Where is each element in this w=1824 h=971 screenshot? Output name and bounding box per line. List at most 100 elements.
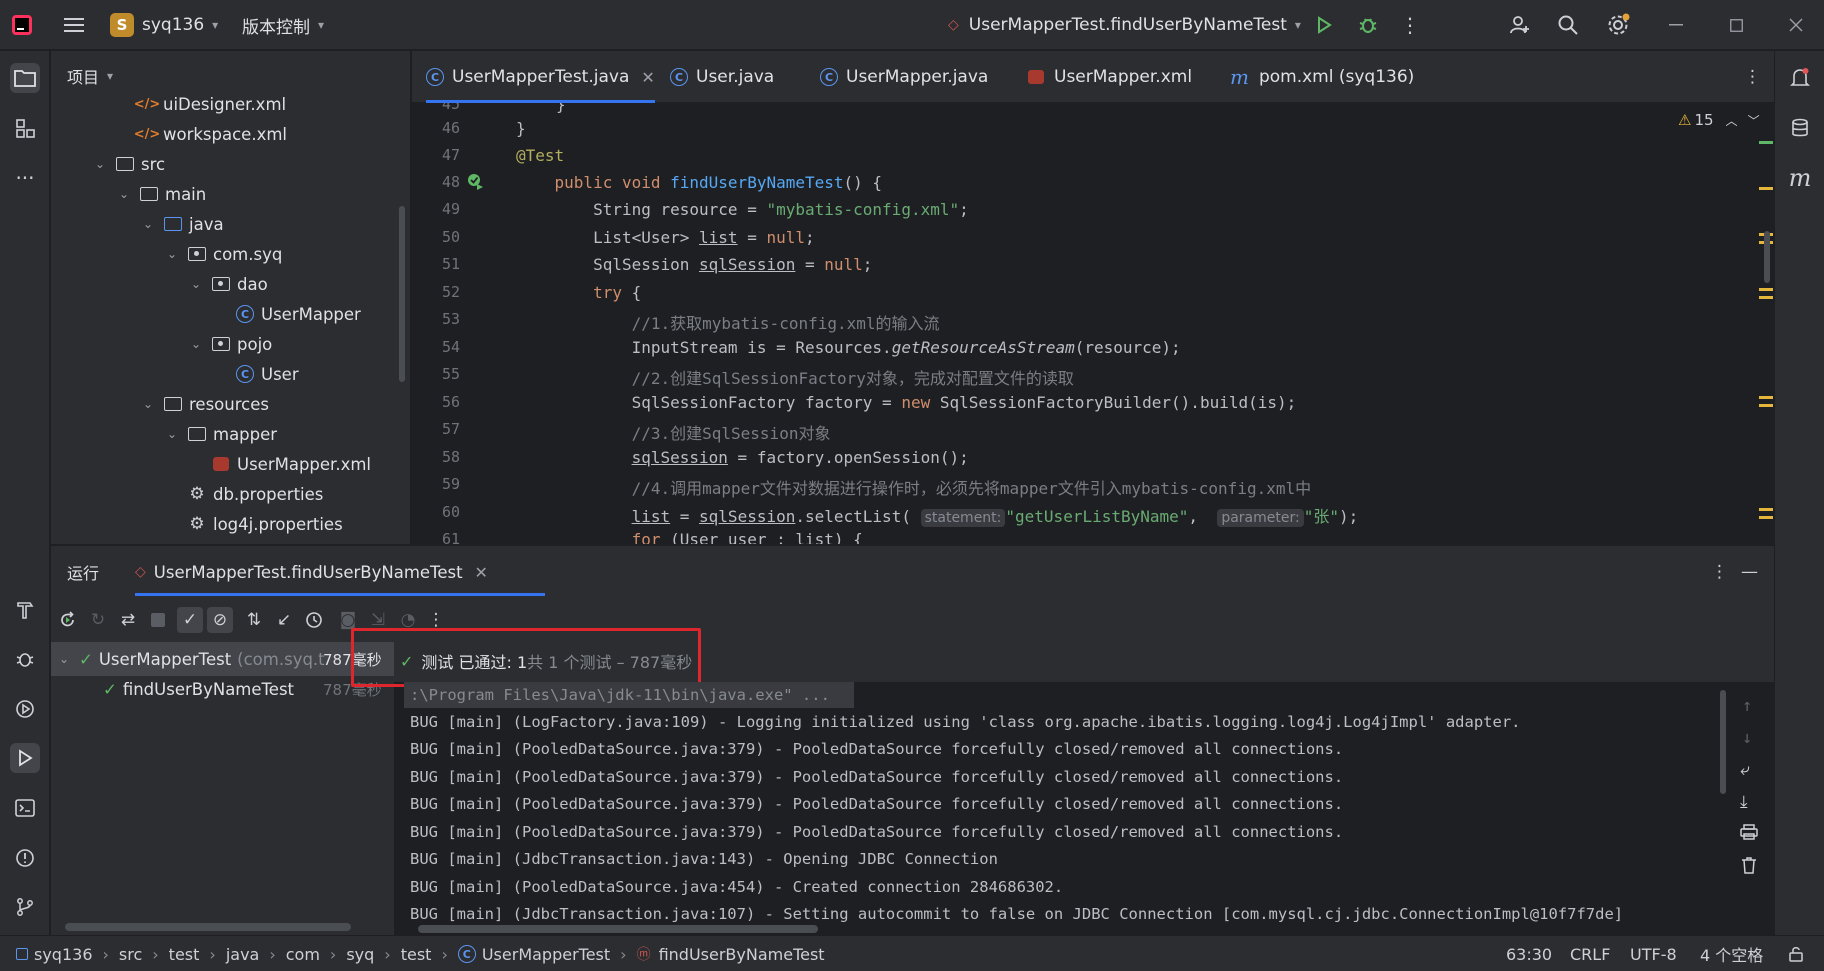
- breadcrumb-item[interactable]: UserMapperTest: [482, 945, 610, 964]
- code-line: sqlSession = factory.openSession();: [631, 448, 969, 467]
- toggle-auto-test-icon[interactable]: ⇄: [115, 607, 141, 633]
- breadcrumb-item[interactable]: test: [169, 945, 200, 964]
- project-panel-title[interactable]: 项目 ▾: [67, 61, 113, 91]
- show-ignored-icon[interactable]: ⊘: [207, 607, 233, 633]
- stop-icon[interactable]: [145, 607, 171, 633]
- main-menu-icon[interactable]: [62, 13, 86, 37]
- terminal-icon[interactable]: [10, 793, 40, 823]
- breadcrumb-item[interactable]: findUserByNameTest: [659, 945, 825, 964]
- run-panel-more-icon[interactable]: ⋮: [1711, 546, 1728, 598]
- minimize-icon[interactable]: [1664, 13, 1688, 37]
- test-history-icon[interactable]: [301, 607, 327, 633]
- chevron-down-icon[interactable]: ﹀: [1748, 112, 1760, 129]
- sort-icon[interactable]: ⇅: [241, 607, 267, 633]
- tree-item-workspace-xml[interactable]: </> workspace.xml: [134, 119, 287, 149]
- run-tool-icon[interactable]: [10, 743, 40, 773]
- breadcrumb-item[interactable]: syq136: [34, 945, 93, 964]
- more-tools-icon[interactable]: ···: [10, 163, 40, 193]
- tree-item-com-syq[interactable]: ⌄ com.syq: [165, 239, 282, 269]
- tree-item-src[interactable]: ⌄ src: [93, 149, 165, 179]
- run-test-gutter-icon[interactable]: [466, 172, 484, 190]
- rerun-failed-icon[interactable]: ↻: [85, 607, 111, 633]
- breadcrumb-item[interactable]: com: [286, 945, 320, 964]
- breadcrumb-item[interactable]: syq: [346, 945, 374, 964]
- rerun-icon[interactable]: [55, 607, 81, 633]
- line-ending[interactable]: CRLF: [1570, 936, 1610, 971]
- git-branch-icon[interactable]: [10, 892, 40, 922]
- console-output[interactable]: :\Program Files\Java\jdk-11\bin\java.exe…: [404, 682, 1774, 935]
- editor-scrollbar[interactable]: [1764, 231, 1770, 283]
- close-tab-icon[interactable]: ✕: [475, 563, 488, 582]
- app-logo-icon[interactable]: [10, 13, 34, 37]
- maven-icon[interactable]: m: [1785, 163, 1815, 193]
- tree-item-pojo[interactable]: ⌄ pojo: [189, 329, 272, 359]
- scroll-to-end-icon[interactable]: ⤓: [1740, 792, 1748, 812]
- tree-item-mapper[interactable]: ⌄ mapper: [165, 419, 277, 449]
- tree-item-user[interactable]: C User: [235, 359, 299, 389]
- tree-item-java[interactable]: ⌄ java: [141, 209, 224, 239]
- project-switcher[interactable]: S syq136 ▾: [110, 0, 218, 50]
- soft-wrap-icon[interactable]: ⤶: [1740, 760, 1750, 780]
- tree-item-dao[interactable]: ⌄ dao: [189, 269, 268, 299]
- project-folder-icon[interactable]: [10, 63, 40, 93]
- tree-item-usermapper[interactable]: C UserMapper: [235, 299, 361, 329]
- tab-pom-xml[interactable]: m pom.xml (syq136): [1230, 51, 1414, 103]
- lock-icon[interactable]: [1788, 936, 1804, 971]
- run-icon[interactable]: [1312, 13, 1336, 37]
- build-hammer-icon[interactable]: [10, 595, 40, 625]
- structure-icon[interactable]: [10, 113, 40, 143]
- chevron-up-icon[interactable]: ︿: [1726, 112, 1738, 129]
- tree-item-usermapper-xml[interactable]: UserMapper.xml: [211, 449, 371, 479]
- inspection-widget[interactable]: ⚠ 15 ︿ ﹀: [1678, 111, 1760, 129]
- vcs-menu[interactable]: 版本控制 ▾: [242, 0, 324, 50]
- file-encoding[interactable]: UTF-8: [1630, 936, 1677, 971]
- class-icon: C: [457, 945, 476, 963]
- tree-item-db-properties[interactable]: ⚙ db.properties: [187, 479, 323, 509]
- chevron-down-icon: ⌄: [94, 157, 106, 171]
- debug-icon[interactable]: [1356, 13, 1380, 37]
- show-passed-icon[interactable]: ✓: [177, 607, 203, 633]
- hide-panel-icon[interactable]: —: [1741, 546, 1758, 598]
- more-actions-icon[interactable]: ⋮: [1398, 13, 1422, 37]
- tab-usermappertest-java[interactable]: C UserMapperTest.java ✕: [426, 51, 655, 103]
- tree-item-log4j-properties[interactable]: ⚙ log4j.properties: [187, 509, 342, 539]
- tab-usermapper-xml[interactable]: UserMapper.xml: [1028, 51, 1192, 103]
- scroll-marker: [1759, 516, 1773, 519]
- search-icon[interactable]: [1556, 13, 1580, 37]
- code-editor[interactable]: ⚠ 15 ︿ ﹀ 45 46 47 48 49 50 51 52 53 54 5…: [412, 103, 1774, 544]
- tree-item-resources[interactable]: ⌄ resources: [141, 389, 269, 419]
- collapse-all-icon[interactable]: ↙: [271, 607, 297, 633]
- line-number: 49: [441, 200, 460, 218]
- project-scrollbar[interactable]: [399, 206, 405, 382]
- maximize-icon[interactable]: [1724, 13, 1748, 37]
- tab-user-java[interactable]: C User.java: [670, 51, 774, 103]
- console-vscrollbar[interactable]: [1720, 690, 1726, 794]
- run-tab[interactable]: ◇ UserMapperTest.findUserByNameTest ✕: [135, 546, 488, 598]
- close-tab-icon[interactable]: ✕: [641, 68, 654, 87]
- tabs-more-icon[interactable]: ⋮: [1744, 51, 1761, 103]
- debug-bug-icon[interactable]: [10, 644, 40, 674]
- add-user-icon[interactable]: [1508, 13, 1532, 37]
- scroll-up-icon[interactable]: ↑: [1742, 696, 1752, 716]
- tab-usermapper-java[interactable]: C UserMapper.java: [820, 51, 988, 103]
- trash-icon[interactable]: [1741, 856, 1757, 878]
- indent-setting[interactable]: 4 个空格: [1700, 936, 1763, 971]
- settings-gear-icon[interactable]: [1606, 13, 1630, 37]
- notifications-bell-icon[interactable]: [1785, 63, 1815, 93]
- tree-hscrollbar[interactable]: [65, 923, 351, 931]
- tree-item-uidesigner-xml[interactable]: </> uiDesigner.xml: [134, 89, 286, 119]
- scroll-down-icon[interactable]: ↓: [1742, 728, 1752, 748]
- console-hscrollbar[interactable]: [418, 925, 818, 933]
- services-icon[interactable]: [10, 694, 40, 724]
- run-config-selector[interactable]: ◇ UserMapperTest.findUserByNameTest ▾: [948, 0, 1301, 50]
- test-suite-row[interactable]: ⌄ ✓ UserMapperTest (com.syq.t 787毫秒: [57, 644, 394, 674]
- problems-icon[interactable]: [10, 843, 40, 873]
- database-icon[interactable]: [1785, 113, 1815, 143]
- caret-position[interactable]: 63:30: [1506, 936, 1552, 971]
- breadcrumb-item[interactable]: test: [401, 945, 432, 964]
- breadcrumb-item[interactable]: src: [119, 945, 142, 964]
- close-window-icon[interactable]: [1784, 13, 1808, 37]
- print-icon[interactable]: [1740, 824, 1758, 844]
- tree-item-main[interactable]: ⌄ main: [117, 179, 206, 209]
- breadcrumb-item[interactable]: java: [226, 945, 260, 964]
